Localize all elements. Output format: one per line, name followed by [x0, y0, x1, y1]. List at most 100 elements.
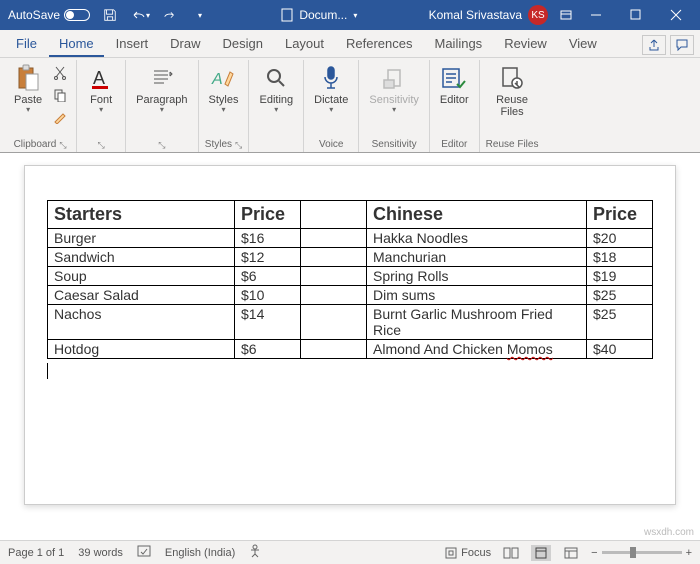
dialog-launcher-icon[interactable]: ⤡	[158, 140, 165, 151]
group-paragraph: Paragraph▾ ⤡	[126, 60, 198, 152]
editing-button[interactable]: Editing▾	[255, 62, 297, 117]
tab-design[interactable]: Design	[213, 32, 273, 57]
group-editor: Editor Editor	[430, 60, 480, 152]
tab-layout[interactable]: Layout	[275, 32, 334, 57]
minimize-button[interactable]	[576, 0, 616, 30]
spelling-error: Momos	[507, 341, 553, 357]
toggle-icon	[64, 9, 90, 21]
group-label: Styles	[205, 139, 232, 150]
chevron-down-icon: ▾	[353, 11, 357, 20]
quick-access-toolbar: ▾ ▾	[100, 5, 210, 25]
undo-icon[interactable]: ▾	[130, 5, 150, 25]
table-row: Burger$16Hakka Noodles$20	[48, 229, 653, 248]
copy-icon[interactable]	[50, 86, 70, 104]
language-indicator[interactable]: English (India)	[165, 547, 235, 559]
header-price-1[interactable]: Price	[235, 201, 301, 229]
zoom-in-icon[interactable]: +	[686, 547, 692, 559]
tab-review[interactable]: Review	[494, 32, 557, 57]
paste-button[interactable]: Paste▾	[10, 62, 46, 117]
autosave-label: AutoSave	[8, 8, 60, 22]
word-doc-icon	[281, 8, 293, 22]
group-clipboard: Paste▾ Clipboard ⤡	[4, 60, 77, 152]
read-mode-icon[interactable]	[501, 545, 521, 561]
word-count[interactable]: 39 words	[78, 547, 123, 559]
header-price-2[interactable]: Price	[587, 201, 653, 229]
paste-icon	[14, 64, 42, 92]
dictate-button[interactable]: Dictate▾	[310, 62, 352, 117]
table-row: Soup$6Spring Rolls$19	[48, 267, 653, 286]
close-button[interactable]	[656, 0, 696, 30]
ribbon-options-icon[interactable]	[556, 5, 576, 25]
table-row: Sandwich$12Manchurian$18	[48, 248, 653, 267]
table-row: Nachos$14Burnt Garlic Mushroom Fried Ric…	[48, 305, 653, 340]
share-button[interactable]	[642, 35, 666, 55]
qat-dropdown-icon[interactable]: ▾	[190, 5, 210, 25]
dialog-launcher-icon[interactable]: ⤡	[59, 140, 66, 151]
user-name: Komal Srivastava	[429, 8, 522, 22]
font-button[interactable]: A Font▾	[83, 62, 119, 117]
tab-references[interactable]: References	[336, 32, 422, 57]
maximize-button[interactable]	[616, 0, 656, 30]
web-layout-icon[interactable]	[561, 545, 581, 561]
page-indicator[interactable]: Page 1 of 1	[8, 547, 64, 559]
cell-momos[interactable]: Almond And Chicken Momos	[367, 340, 587, 359]
paragraph-icon	[148, 64, 176, 92]
table-row: Caesar Salad$10Dim sums$25	[48, 286, 653, 305]
styles-button[interactable]: A Styles▾	[205, 62, 243, 117]
print-layout-icon[interactable]	[531, 545, 551, 561]
tab-insert[interactable]: Insert	[106, 32, 159, 57]
table-row: Hotdog$6Almond And Chicken Momos$40	[48, 340, 653, 359]
chevron-down-icon: ▾	[221, 106, 225, 115]
tab-draw[interactable]: Draw	[160, 32, 210, 57]
autosave-toggle[interactable]: AutoSave	[8, 8, 90, 22]
group-label: Editor	[441, 139, 467, 150]
header-starters[interactable]: Starters	[48, 201, 235, 229]
focus-mode[interactable]: Focus	[445, 547, 491, 559]
save-icon[interactable]	[100, 5, 120, 25]
zoom-slider[interactable]: − +	[591, 547, 692, 559]
group-label: Voice	[319, 139, 343, 150]
svg-text:A: A	[211, 71, 223, 88]
page[interactable]: Starters Price Chinese Price Burger$16Ha…	[24, 165, 676, 505]
proofing-icon[interactable]	[137, 544, 151, 561]
chevron-down-icon: ▾	[99, 106, 103, 115]
menu-table[interactable]: Starters Price Chinese Price Burger$16Ha…	[47, 200, 653, 359]
search-icon	[262, 64, 290, 92]
sensitivity-icon	[380, 64, 408, 92]
tab-view[interactable]: View	[559, 32, 607, 57]
editor-button[interactable]: Editor	[436, 62, 473, 108]
sensitivity-button: Sensitivity▾	[365, 62, 423, 117]
chevron-down-icon: ▾	[160, 106, 164, 115]
reuse-files-button[interactable]: ReuseFiles	[492, 62, 532, 120]
tab-file[interactable]: File	[6, 32, 47, 57]
titlebar: AutoSave ▾ ▾ Docum... ▾ Komal Srivastava…	[0, 0, 700, 30]
document-title[interactable]: Docum... ▾	[210, 8, 429, 22]
zoom-out-icon[interactable]: −	[591, 547, 597, 559]
dialog-launcher-icon[interactable]: ⤡	[98, 140, 105, 151]
cut-icon[interactable]	[50, 64, 70, 82]
reuse-files-icon	[498, 64, 526, 92]
status-bar: Page 1 of 1 39 words English (India) Foc…	[0, 540, 700, 564]
paragraph-button[interactable]: Paragraph▾	[132, 62, 191, 117]
group-styles: A Styles▾ Styles ⤡	[199, 60, 250, 152]
svg-text:A: A	[93, 68, 105, 88]
font-icon: A	[87, 64, 115, 92]
group-label: Clipboard	[14, 139, 57, 150]
group-label: Reuse Files	[486, 139, 539, 150]
user-account[interactable]: Komal Srivastava KS	[429, 5, 548, 25]
tab-home[interactable]: Home	[49, 32, 104, 57]
group-editing: Editing▾	[249, 60, 304, 152]
spacer-cell[interactable]	[301, 201, 367, 229]
group-voice: Dictate▾ Voice	[304, 60, 359, 152]
header-chinese[interactable]: Chinese	[367, 201, 587, 229]
chevron-down-icon: ▾	[392, 106, 396, 115]
tab-mailings[interactable]: Mailings	[425, 32, 493, 57]
chevron-down-icon: ▾	[329, 106, 333, 115]
redo-icon[interactable]	[160, 5, 180, 25]
format-painter-icon[interactable]	[50, 108, 70, 126]
group-sensitivity: Sensitivity▾ Sensitivity	[359, 60, 430, 152]
dialog-launcher-icon[interactable]: ⤡	[235, 140, 242, 151]
comments-button[interactable]	[670, 35, 694, 55]
document-area[interactable]: Starters Price Chinese Price Burger$16Ha…	[0, 153, 700, 540]
accessibility-icon[interactable]	[249, 544, 261, 561]
